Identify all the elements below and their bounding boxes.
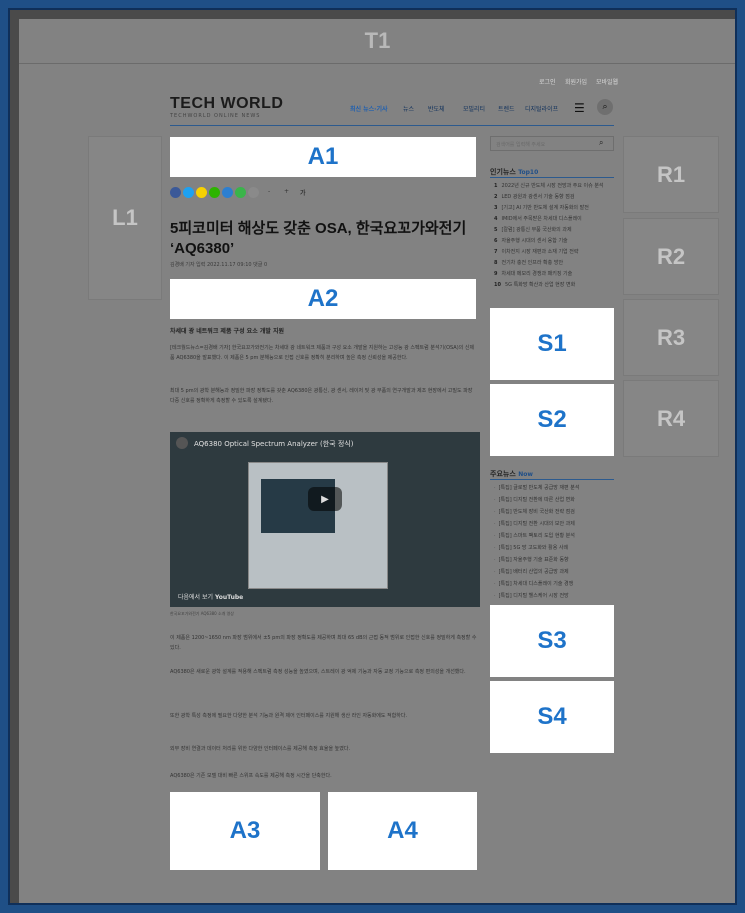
ad-slot-s4[interactable]: S4 xyxy=(490,681,614,753)
main-news-item-5[interactable]: · [특집] 스마트 팩토리 도입 현황 분석 xyxy=(494,532,612,539)
font-size-label[interactable]: 가 xyxy=(300,188,306,197)
main-news-item-6[interactable]: · [특집] 5G 망 고도화와 활용 사례 xyxy=(494,544,612,551)
logo-tagline: TECHWORLD ONLINE NEWS xyxy=(170,113,261,119)
share-buttons xyxy=(170,187,259,198)
popular-news-item-10[interactable]: 10 5G 특화망 확산과 산업 현장 변화 xyxy=(494,281,612,288)
popular-news-item-7[interactable]: 7 이차전지 시장 재편과 소재 기업 전략 xyxy=(494,248,612,255)
article-paragraph-5: 또한 광학 특성 측정에 필요한 다양한 분석 기능과 원격 제어 인터페이스를… xyxy=(170,713,408,719)
twitter-share-icon[interactable] xyxy=(183,187,194,198)
ad-slot-s3[interactable]: S3 xyxy=(490,605,614,677)
video-caption: 한국요꼬가와전기 AQ6380 소개 영상 xyxy=(170,611,234,616)
article-paragraph-2: 최대 5 pm의 광학 분해능과 정밀한 파장 정확도를 갖춘 AQ6380은 … xyxy=(170,388,473,404)
nav-item-mobility[interactable]: 모빌리티 xyxy=(463,104,485,113)
channel-avatar xyxy=(176,437,188,449)
article-subhead: 차세대 광 네트워크 제품 구성 요소 개발 지원 xyxy=(170,328,284,335)
sidebar-search-icon[interactable]: ⌕ xyxy=(599,138,603,148)
article-paragraph-7: AQ6380은 기존 모델 대비 빠른 스위프 속도를 제공해 측정 시간을 단… xyxy=(170,773,332,779)
signup-link[interactable]: 회원가입 xyxy=(565,77,587,86)
popular-news-item-8[interactable]: 8 전기차 충전 인프라 확충 방안 xyxy=(494,259,612,266)
link-copy-icon[interactable] xyxy=(235,187,246,198)
article-meta: 김경배 기자 입력 2022.11.17 09:10 댓글 0 xyxy=(170,262,268,268)
ad-slot-a1[interactable]: A1 xyxy=(170,137,476,177)
popular-news-item-6[interactable]: 6 자율주행 시대의 센서 융합 기술 xyxy=(494,237,612,244)
popular-news-label: 인기뉴스 xyxy=(490,168,516,176)
naver-share-icon[interactable] xyxy=(209,187,220,198)
main-news-item-10[interactable]: · [특집] 디지털 헬스케어 시장 전망 xyxy=(494,592,612,599)
popular-news-divider xyxy=(490,177,614,178)
popular-news-item-2[interactable]: 2 LED 광원과 광센서 기술 동향 점검 xyxy=(494,193,612,200)
band-share-icon[interactable] xyxy=(222,187,233,198)
article-paragraph-3: 이 제품은 1200~1650 nm 파장 범위에서 ±5 pm의 파장 정확도… xyxy=(170,635,477,651)
ad-slot-r1[interactable]: R1 xyxy=(623,136,719,213)
main-news-divider xyxy=(490,479,614,480)
search-icon[interactable]: ⌕ xyxy=(597,99,613,115)
main-news-item-8[interactable]: · [특집] 배터리 산업의 공급망 과제 xyxy=(494,568,612,575)
font-decrease-button[interactable]: - xyxy=(268,188,270,195)
popular-news-item-5[interactable]: 5 [칼럼] 광통신 부품 국산화의 과제 xyxy=(494,226,612,233)
ad-slot-a4[interactable]: A4 xyxy=(328,792,477,870)
main-news-item-3[interactable]: · [특집] 반도체 장비 국산화 전략 점검 xyxy=(494,508,612,515)
font-increase-button[interactable]: + xyxy=(284,188,289,195)
hamburger-menu-icon[interactable]: ☰ xyxy=(574,101,585,115)
sidebar-search-input[interactable]: 검색어를 입력해 주세요 xyxy=(490,136,614,151)
nav-divider xyxy=(170,125,614,126)
video-player[interactable]: AQ6380 Optical Spectrum Analyzer (한국 정식)… xyxy=(170,432,480,607)
ad-slot-l1[interactable]: L1 xyxy=(88,136,162,300)
article-paragraph-4: AQ6380은 새로운 광학 설계를 적용해 스펙트럼 측정 성능을 높였으며,… xyxy=(170,669,466,675)
login-link[interactable]: 로그인 xyxy=(539,77,556,86)
nav-item-semiconductor[interactable]: 반도체 xyxy=(428,104,445,113)
nav-item-trend[interactable]: 트렌드 xyxy=(498,104,515,113)
article-paragraph-1: [테크월드뉴스=김경배 기자] 한국요꼬가와전기는 차세대 광 네트워크 제품과… xyxy=(170,345,475,361)
popular-news-item-1[interactable]: 1 2022년 신규 반도체 시장 전망과 주요 이슈 분석 xyxy=(494,182,612,189)
main-news-item-9[interactable]: · [특집] 차세대 디스플레이 기술 경쟁 xyxy=(494,580,612,587)
print-icon[interactable] xyxy=(248,187,259,198)
popular-news-item-9[interactable]: 9 차세대 메모리 경쟁과 패키징 기술 xyxy=(494,270,612,277)
article-headline: 5피코미터 해상도 갖춘 OSA, 한국요꼬가와전기 ‘AQ6380’ xyxy=(170,220,467,257)
nav-item-news[interactable]: 뉴스 xyxy=(403,104,414,113)
ad-slot-r4[interactable]: R4 xyxy=(623,380,719,457)
site-logo[interactable]: TECH WORLD xyxy=(170,95,283,113)
ad-slot-r3[interactable]: R3 xyxy=(623,299,719,376)
ad-slot-r2[interactable]: R2 xyxy=(623,218,719,295)
ad-slot-t1[interactable]: T1 xyxy=(19,19,735,64)
popular-news-title: 인기뉴스 Top10 xyxy=(490,167,538,177)
ad-slot-s1[interactable]: S1 xyxy=(490,308,614,380)
popular-news-item-3[interactable]: 3 [기고] AI 기반 반도체 설계 자동화의 발전 xyxy=(494,204,612,211)
news-page: T1 로그인 회원가입 모바일웹 TECH WORLD TECHWORLD ON… xyxy=(19,19,735,903)
video-title: AQ6380 Optical Spectrum Analyzer (한국 정식) xyxy=(194,440,354,448)
main-news-title: 주요뉴스 Now xyxy=(490,469,533,479)
ad-slot-a2[interactable]: A2 xyxy=(170,279,476,319)
kakao-share-icon[interactable] xyxy=(196,187,207,198)
article-paragraph-6: 외부 장비 연결과 데이터 처리를 위한 다양한 인터페이스를 제공해 측정 효… xyxy=(170,746,351,752)
ad-slot-s2[interactable]: S2 xyxy=(490,384,614,456)
main-news-item-4[interactable]: · [특집] 디지털 전환 시대의 보안 과제 xyxy=(494,520,612,527)
nav-item-digital-life[interactable]: 디지털라이프 xyxy=(525,104,558,113)
video-thumbnail xyxy=(248,462,388,589)
youtube-logo-icon: YouTube xyxy=(214,594,244,601)
main-news-item-7[interactable]: · [특집] 자율주행 기술 표준화 동향 xyxy=(494,556,612,563)
nav-item-latest[interactable]: 최신 뉴스·기사 xyxy=(350,104,388,113)
floating-side-widget[interactable] xyxy=(736,463,737,585)
watch-label: 다음에서 보기 xyxy=(178,594,214,601)
screenshot-frame: T1 로그인 회원가입 모바일웹 TECH WORLD TECHWORLD ON… xyxy=(8,8,737,905)
main-news-item-1[interactable]: · [특집] 글로벌 반도체 공급망 재편 분석 xyxy=(494,484,612,491)
main-news-tag: Now xyxy=(518,471,533,478)
popular-news-item-4[interactable]: 4 IMID에서 주목받은 차세대 디스플레이 xyxy=(494,215,612,222)
facebook-share-icon[interactable] xyxy=(170,187,181,198)
play-icon[interactable]: ▶ xyxy=(308,487,342,511)
mobile-web-link[interactable]: 모바일웹 xyxy=(596,77,618,86)
popular-news-tag: Top10 xyxy=(518,169,539,176)
main-news-label: 주요뉴스 xyxy=(490,470,516,478)
ad-slot-a3[interactable]: A3 xyxy=(170,792,320,870)
main-news-item-2[interactable]: · [특집] 디지털 전환에 따른 산업 변화 xyxy=(494,496,612,503)
watch-on-youtube-link[interactable]: 다음에서 보기 YouTube xyxy=(178,592,243,601)
